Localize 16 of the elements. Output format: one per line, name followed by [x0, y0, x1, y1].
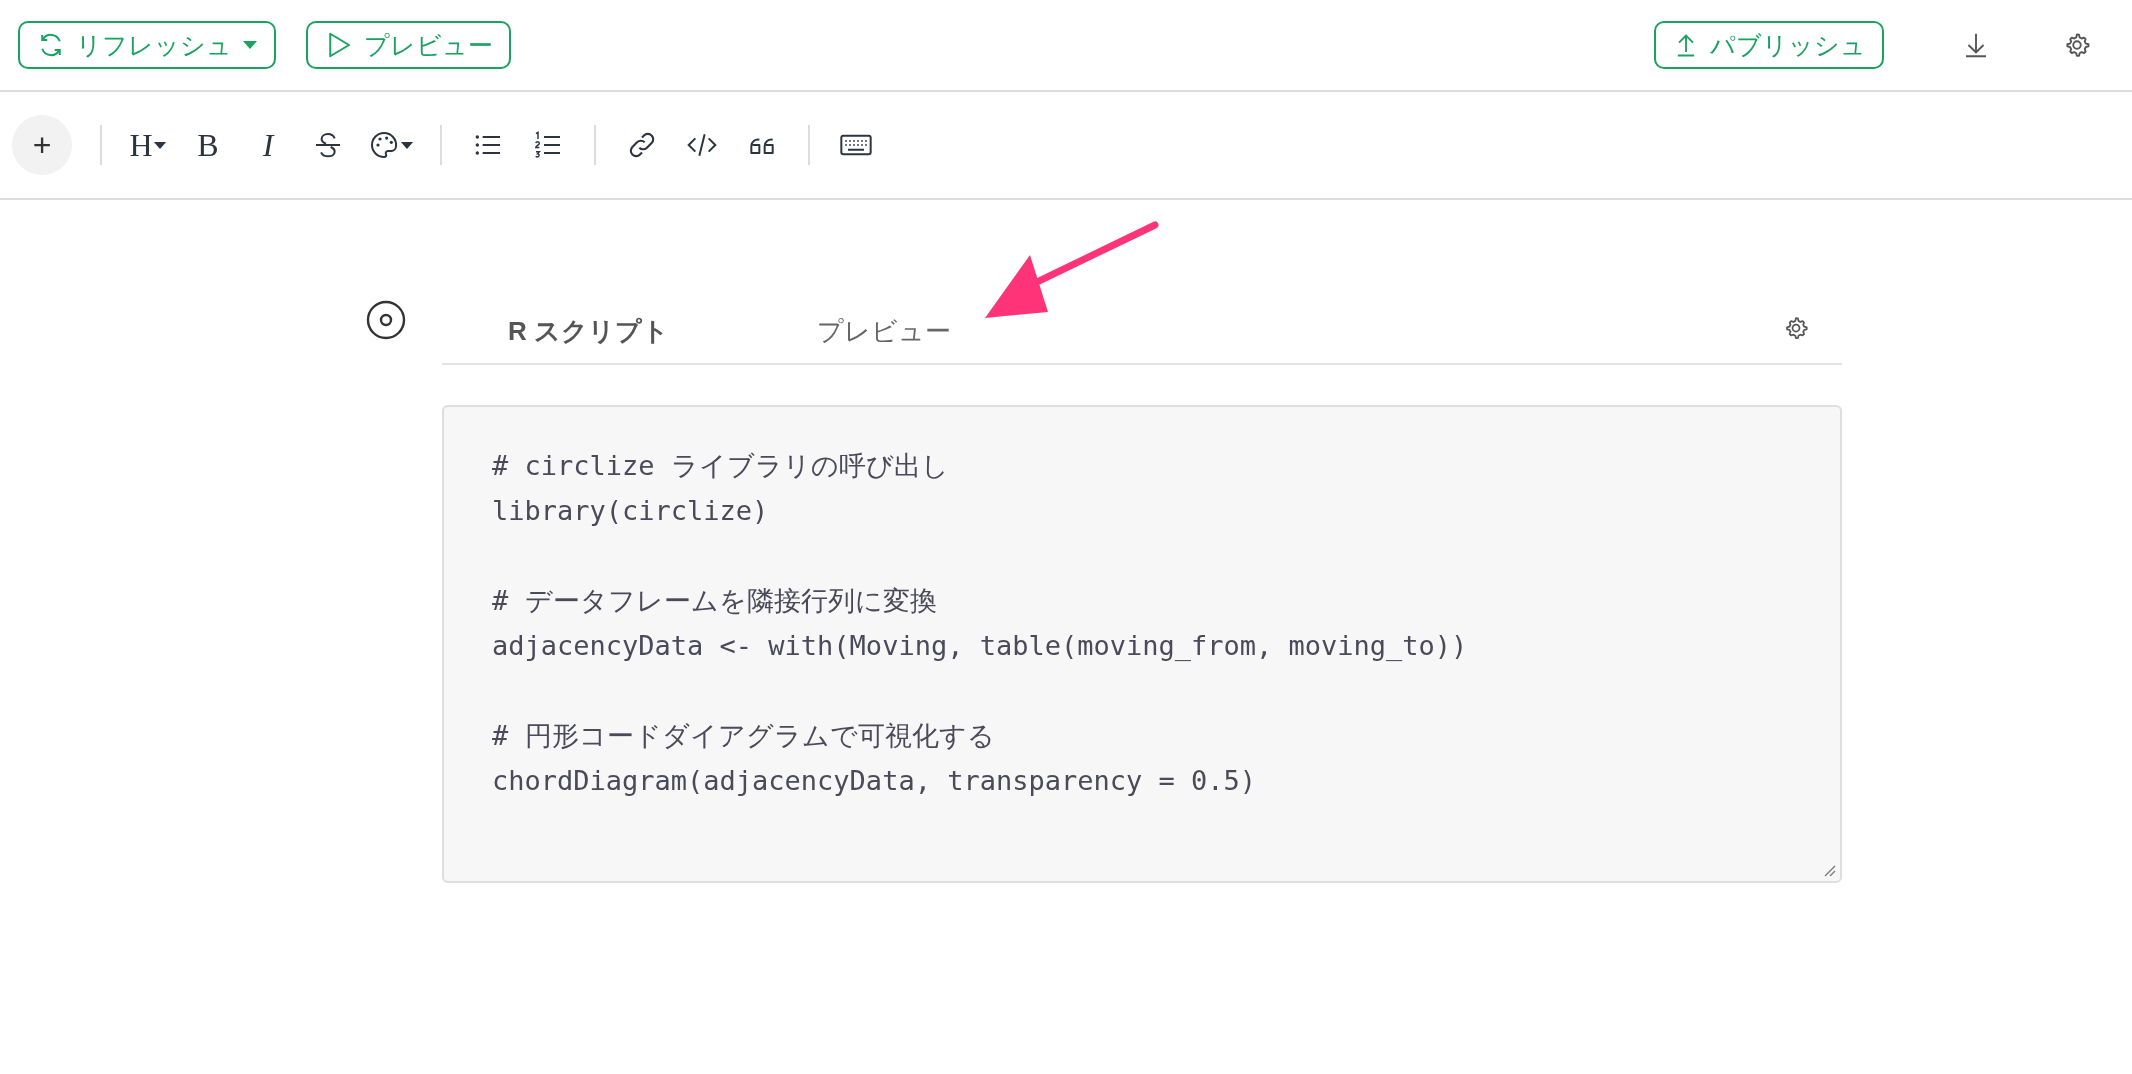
code-editor[interactable]: # circlize ライブラリの呼び出し library(circlize) # データフレームを隣接行列に変換 adjacencyData <- with(Moving, table(moving_from, moving_to)) # 円形コードダイアグラムで可視化する chordDiagram(adjacencyData, transparency = 0.5)	[442, 405, 1842, 883]
code-line: chordDiagram(adjacencyData, transparency = 0.5)	[492, 764, 1257, 798]
radio-circle-icon	[366, 300, 406, 340]
code-line: # 円形コードダイアグラムで可視化する	[492, 719, 996, 753]
code-line: # データフレームを隣接行列に変換	[492, 584, 938, 618]
italic-tool[interactable]: I	[246, 123, 290, 167]
heading-tool[interactable]: H	[126, 123, 170, 167]
editor-tab[interactable]: プレビュー	[735, 301, 1017, 362]
code-line: adjacencyData <- with(Moving, table(moving_from, moving_to))	[492, 629, 1469, 663]
code-line: # circlize ライブラリの呼び出し	[492, 449, 950, 483]
resize-grip-icon	[1822, 863, 1836, 877]
editor-tab[interactable]: R スクリプト	[442, 301, 735, 362]
add-button[interactable]: +	[12, 115, 72, 175]
palette-icon	[368, 129, 400, 161]
bold-tool[interactable]: B	[186, 123, 230, 167]
code-line: library(circlize)	[492, 494, 770, 528]
